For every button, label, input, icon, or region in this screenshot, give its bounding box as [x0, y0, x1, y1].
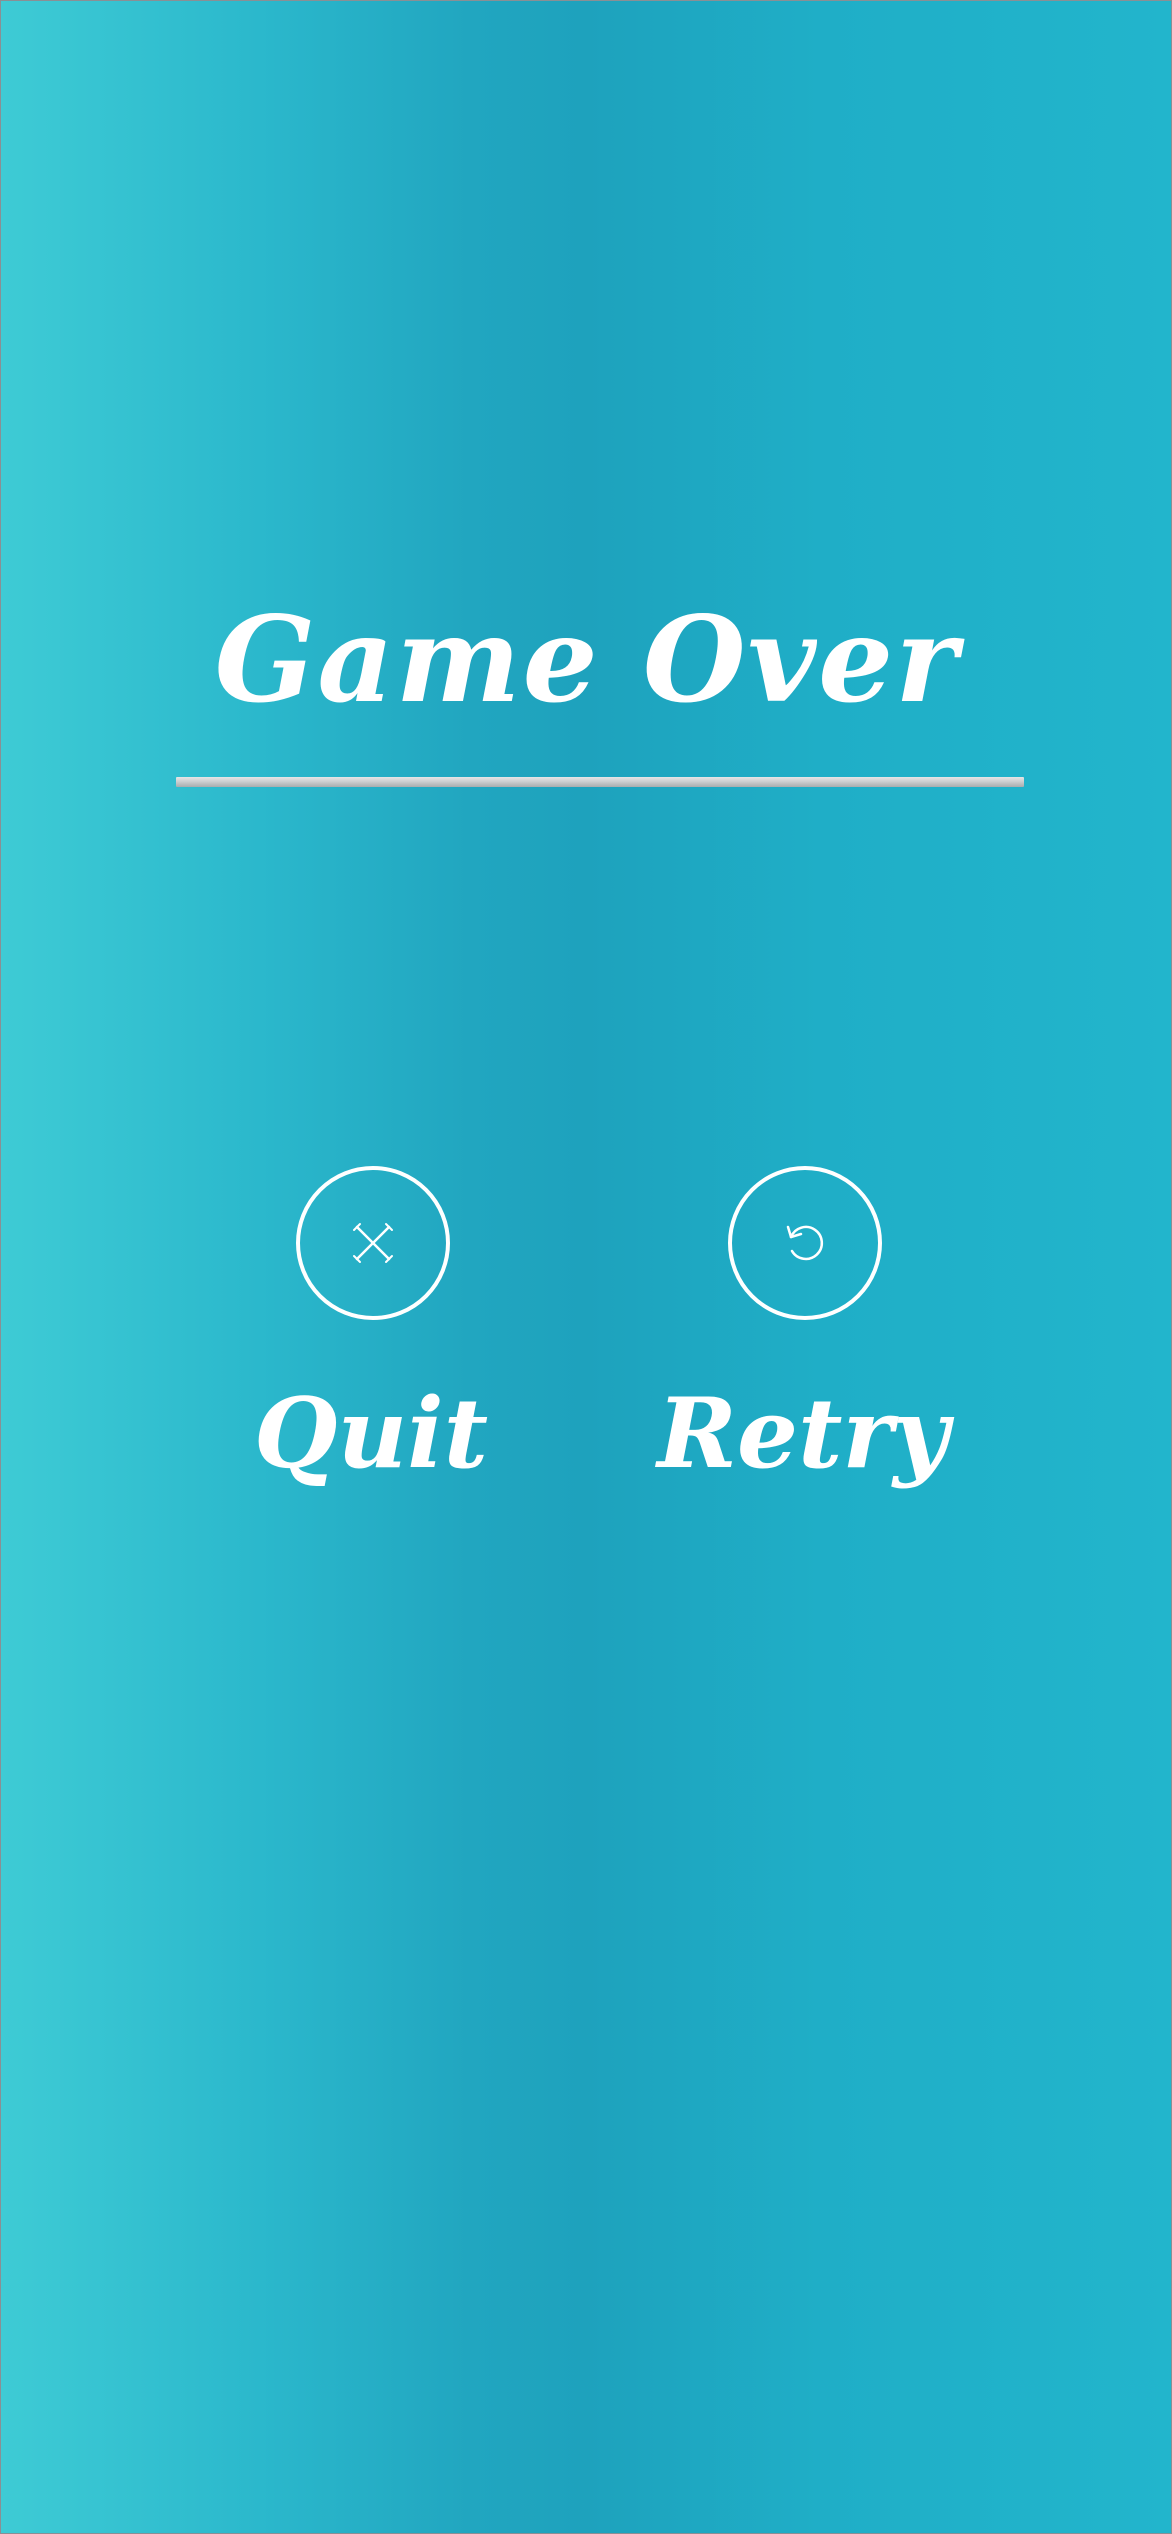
retry-label[interactable]: Retry — [653, 1386, 953, 1482]
quit-action: Quit — [221, 1166, 521, 1506]
title-divider — [176, 777, 1024, 787]
game-over-title: Game Over — [214, 590, 960, 729]
quit-label[interactable]: Quit — [221, 1386, 521, 1482]
refresh-icon — [786, 1225, 824, 1261]
close-icon — [353, 1223, 393, 1263]
quit-button[interactable] — [296, 1166, 450, 1320]
retry-button[interactable] — [728, 1166, 882, 1320]
game-over-screen: Game Over Quit Retry — [0, 0, 1172, 2534]
retry-action: Retry — [653, 1166, 953, 1506]
